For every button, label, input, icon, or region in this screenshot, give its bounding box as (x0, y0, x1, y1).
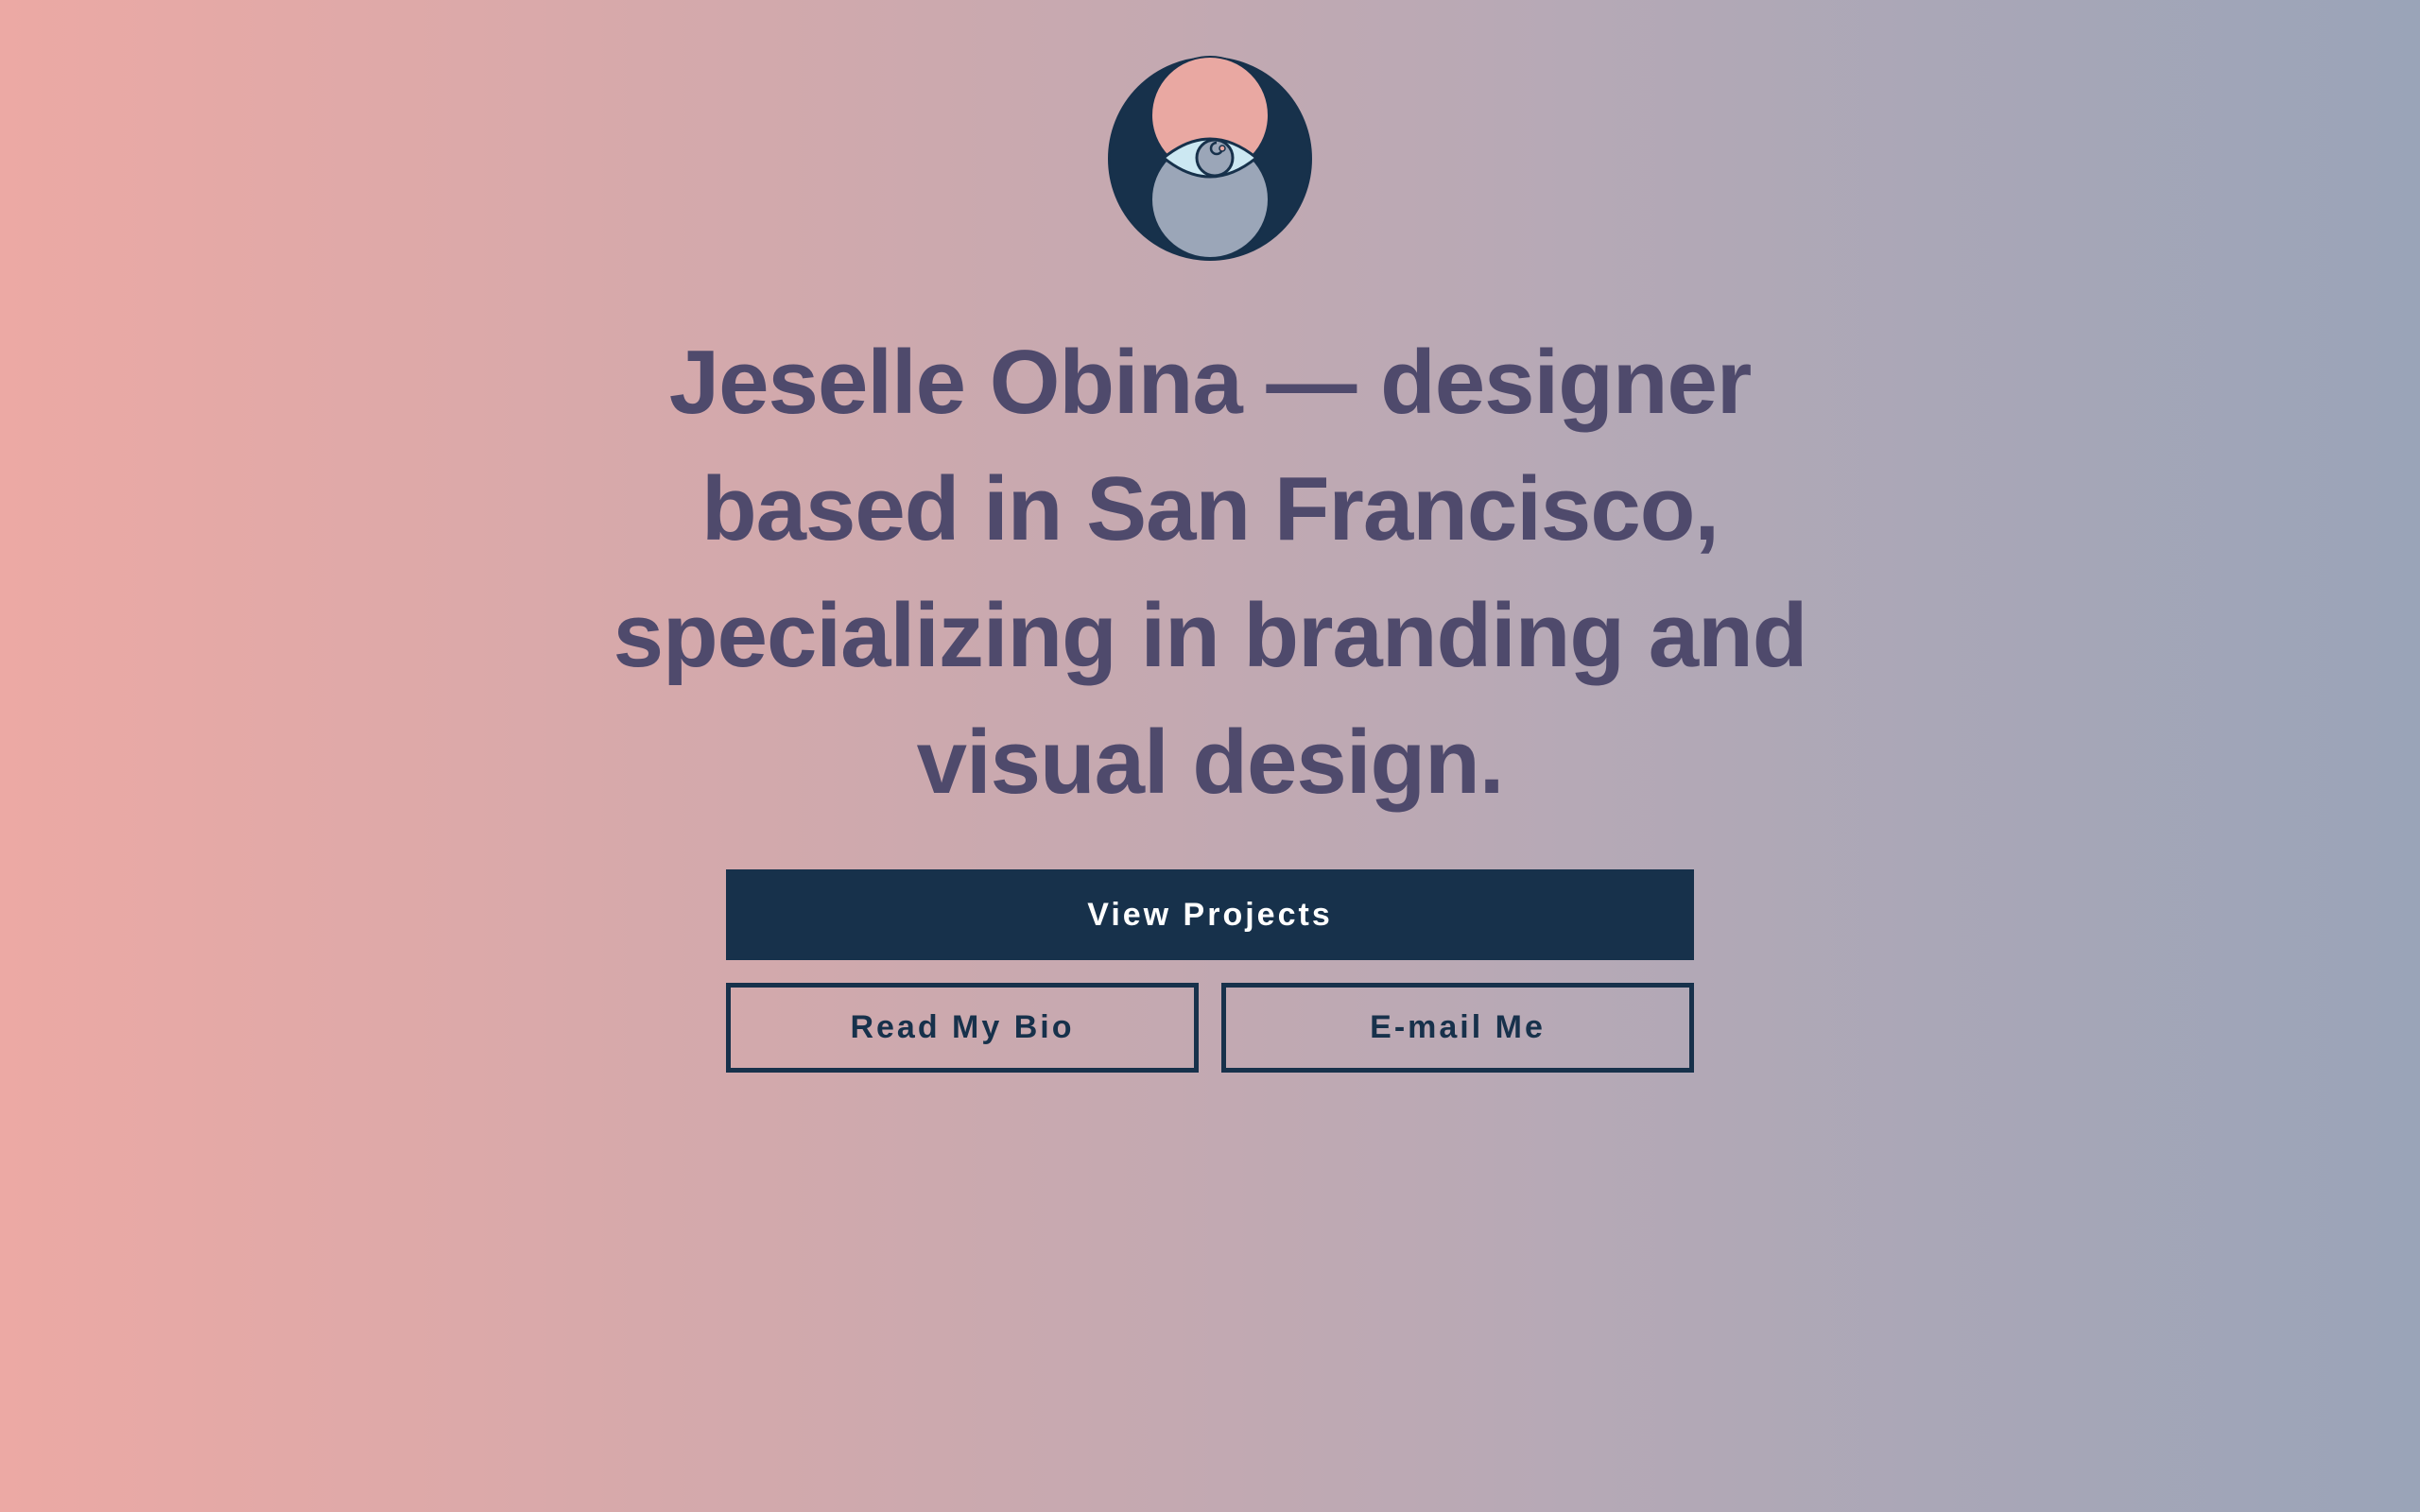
view-projects-button[interactable]: View Projects (726, 869, 1694, 960)
logo (1107, 56, 1313, 262)
read-bio-button[interactable]: Read My Bio (726, 983, 1199, 1073)
view-projects-label: View Projects (1087, 896, 1333, 933)
email-me-label: E-mail Me (1370, 1009, 1546, 1045)
read-bio-label: Read My Bio (850, 1009, 1075, 1045)
eye-icon (1108, 56, 1312, 261)
landing-page: Jeselle Obina — designer based in San Fr… (0, 0, 2420, 1512)
email-me-button[interactable]: E-mail Me (1221, 983, 1694, 1073)
hero-headline: Jeselle Obina — designer based in San Fr… (613, 332, 1808, 813)
